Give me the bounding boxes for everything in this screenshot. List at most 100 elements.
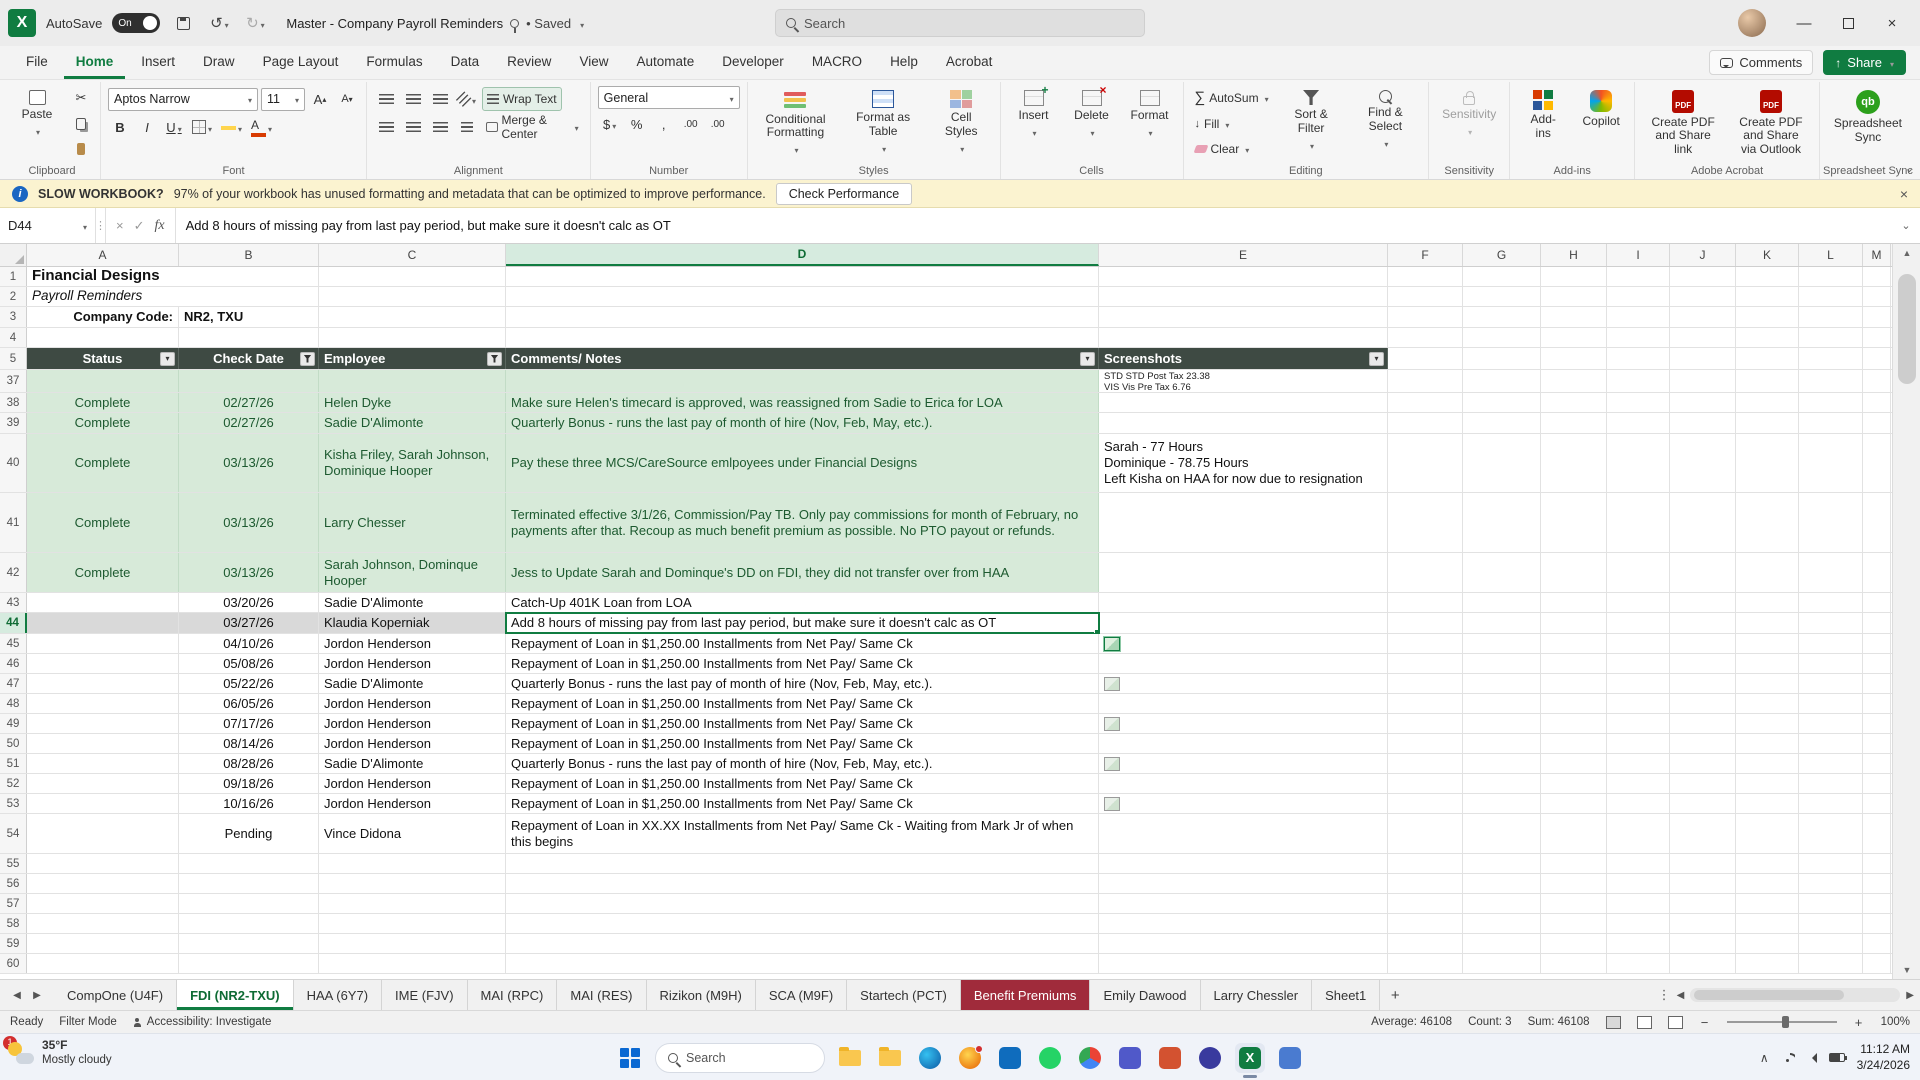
cell-date-45[interactable]: 04/10/26 [179,634,319,653]
ribbon-tab-acrobat[interactable]: Acrobat [934,46,1005,79]
cell-h[interactable] [1541,914,1607,933]
cell-notes-59[interactable] [506,934,1099,953]
cell-g[interactable] [1463,413,1541,433]
taskbar-icon-calculator[interactable] [1275,1043,1305,1073]
cell-i[interactable] [1607,934,1670,953]
sheet-tab-haa-6y7[interactable]: HAA (6Y7) [294,980,382,1010]
cell-i[interactable] [1607,328,1670,347]
cell-notes-50[interactable]: Repayment of Loan in $1,250.00 Installme… [506,734,1099,753]
cell-date-42[interactable]: 03/13/26 [179,553,319,592]
cell-date-59[interactable] [179,934,319,953]
cell-notes-52[interactable]: Repayment of Loan in $1,250.00 Installme… [506,774,1099,793]
cell-date-40[interactable]: 03/13/26 [179,434,319,492]
cell-screenshots-53[interactable] [1099,794,1388,813]
cell-l[interactable] [1799,553,1863,592]
cell-j[interactable] [1670,393,1736,412]
cell-f[interactable] [1388,794,1463,813]
insert-function-button[interactable]: fx [155,218,165,234]
cell-k[interactable] [1736,267,1799,286]
cell-g[interactable] [1463,694,1541,713]
copy-button[interactable] [69,112,93,136]
cell-company-code-value[interactable]: NR2, TXU [179,307,319,327]
cell-screenshots-49[interactable] [1099,714,1388,733]
cell-l[interactable] [1799,934,1863,953]
cell-j[interactable] [1670,413,1736,433]
taskbar-icon-outlook[interactable] [995,1043,1025,1073]
cell-m[interactable] [1863,413,1891,433]
name-box[interactable]: D44 [0,208,96,243]
sheet-nav-left-icon[interactable]: ◀ [8,990,26,1001]
cell-g[interactable] [1463,674,1541,693]
cell-j[interactable] [1670,674,1736,693]
orientation-button[interactable] [455,87,479,111]
row-header-48[interactable]: 48 [0,694,27,713]
cell-f[interactable] [1388,894,1463,913]
cell-k[interactable] [1736,734,1799,753]
merge-center-button[interactable]: Merge & Center [482,115,583,139]
underline-button[interactable]: U [162,115,186,139]
cell-a4[interactable] [27,328,179,347]
decrease-indent-button[interactable] [455,115,479,139]
cell-j[interactable] [1670,348,1736,369]
cell-l[interactable] [1799,634,1863,653]
cell-status-51[interactable] [27,754,179,773]
cell-l[interactable] [1799,674,1863,693]
header-notes[interactable]: Comments/ Notes [506,348,1099,369]
column-header-d[interactable]: D [506,244,1099,266]
cell-k[interactable] [1736,954,1799,973]
cell-g[interactable] [1463,434,1541,492]
cell-employee-49[interactable]: Jordon Henderson [319,714,506,733]
cell-k[interactable] [1736,348,1799,369]
cell-h[interactable] [1541,774,1607,793]
cell-j[interactable] [1670,954,1736,973]
cell-f[interactable] [1388,774,1463,793]
cell-g[interactable] [1463,894,1541,913]
accounting-format-button[interactable]: $ [598,112,622,136]
cell-g[interactable] [1463,734,1541,753]
cell-f[interactable] [1388,874,1463,893]
ribbon-tab-help[interactable]: Help [878,46,930,79]
cell-i[interactable] [1607,393,1670,412]
cell-h[interactable] [1541,814,1607,853]
share-button[interactable]: Share [1823,50,1906,75]
cell-status-58[interactable] [27,914,179,933]
cell-b[interactable] [179,267,319,286]
decrease-font-button[interactable]: A▾ [335,87,359,111]
cell-i[interactable] [1607,413,1670,433]
cell-g[interactable] [1463,267,1541,286]
insert-cells-button[interactable]: Insert [1008,86,1060,161]
cell-employee-60[interactable] [319,954,506,973]
cell-notes-39[interactable]: Quarterly Bonus - runs the last pay of m… [506,413,1099,433]
cell-h[interactable] [1541,734,1607,753]
cell-employee-46[interactable]: Jordon Henderson [319,654,506,673]
cell-h[interactable] [1541,934,1607,953]
cell-k[interactable] [1736,493,1799,552]
scroll-down-icon[interactable]: ▼ [1893,961,1920,979]
row-header-54[interactable]: 54 [0,814,27,853]
paste-button[interactable]: Paste [11,86,63,161]
cell-i[interactable] [1607,307,1670,327]
cell-g[interactable] [1463,914,1541,933]
cell-date-39[interactable]: 02/27/26 [179,413,319,433]
taskbar-icon-chrome[interactable] [1075,1043,1105,1073]
cell-h[interactable] [1541,754,1607,773]
cell-f[interactable] [1388,493,1463,552]
cell-g[interactable] [1463,754,1541,773]
column-header-f[interactable]: F [1388,244,1463,266]
cell-status-60[interactable] [27,954,179,973]
cell-j[interactable] [1670,307,1736,327]
cell-screenshots-59[interactable] [1099,934,1388,953]
cell-g[interactable] [1463,774,1541,793]
cell-status-40[interactable]: Complete [27,434,179,492]
cell-m[interactable] [1863,434,1891,492]
row-header-56[interactable]: 56 [0,874,27,893]
cell-l[interactable] [1799,307,1863,327]
italic-button[interactable]: I [135,115,159,139]
cell-f[interactable] [1388,613,1463,633]
screenshot-thumbnail[interactable] [1104,717,1120,731]
column-header-l[interactable]: L [1799,244,1863,266]
cell-h[interactable] [1541,794,1607,813]
cell-screenshots-39[interactable] [1099,413,1388,433]
cell-employee-44[interactable]: Klaudia Koperniak [319,613,506,633]
cell-screenshots-50[interactable] [1099,734,1388,753]
